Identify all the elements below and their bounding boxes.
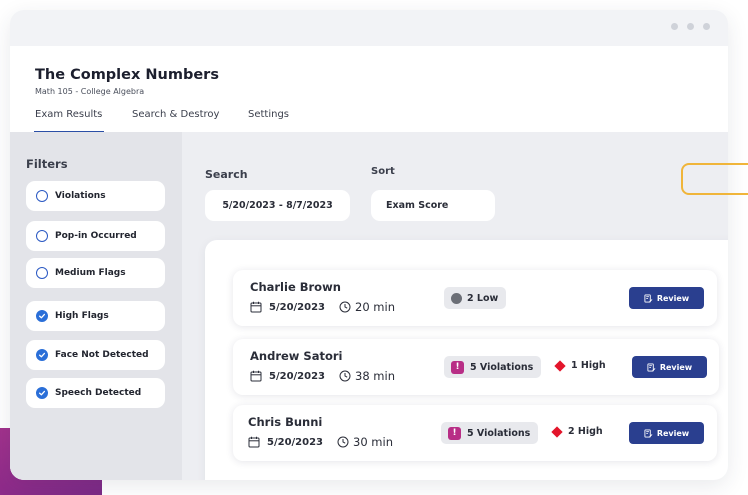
high-flags-label: 1 High bbox=[571, 360, 606, 371]
calendar-icon bbox=[248, 436, 260, 448]
exam-date: 5/20/2023 bbox=[267, 436, 324, 448]
red-diamond-icon bbox=[554, 359, 566, 372]
filters-sidebar: Filters Violations Pop-in Occurred Mediu… bbox=[10, 132, 182, 480]
filter-violations[interactable]: Violations bbox=[26, 181, 165, 211]
tab-bar: Exam Results Search & Destroy Settings bbox=[10, 109, 728, 133]
exclamation-icon: ! bbox=[451, 360, 464, 374]
tab-exam-results[interactable]: Exam Results bbox=[33, 109, 105, 133]
exam-duration: 20 min bbox=[355, 300, 395, 314]
radio-unchecked-icon[interactable] bbox=[36, 267, 48, 279]
review-icon bbox=[644, 293, 653, 303]
filter-label: High Flags bbox=[55, 311, 109, 321]
review-icon bbox=[644, 428, 653, 438]
badge-label: 5 Violations bbox=[467, 427, 531, 439]
student-name: Chris Bunni bbox=[248, 415, 323, 429]
sort-label: Sort bbox=[371, 166, 395, 177]
badge-label: 2 Low bbox=[467, 292, 499, 304]
window-dot-icon[interactable] bbox=[703, 23, 710, 30]
page-header: The Complex Numbers Math 105 - College A… bbox=[10, 46, 728, 133]
high-flags-indicator: 2 High bbox=[551, 425, 603, 438]
filter-label: Pop-in Occurred bbox=[55, 231, 137, 241]
high-flags-indicator: 1 High bbox=[554, 359, 606, 372]
check-circle-icon[interactable] bbox=[36, 387, 48, 399]
gray-dot-icon bbox=[451, 292, 462, 304]
window-dot-icon[interactable] bbox=[671, 23, 678, 30]
filter-high-flags[interactable]: High Flags bbox=[26, 301, 165, 331]
app-window: The Complex Numbers Math 105 - College A… bbox=[10, 10, 728, 480]
badge-label: 5 Violations bbox=[470, 361, 534, 373]
result-meta: 5/20/2023 20 min bbox=[250, 300, 395, 314]
filter-label: Speech Detected bbox=[55, 388, 142, 398]
window-dot-icon[interactable] bbox=[687, 23, 694, 30]
student-name: Andrew Satori bbox=[250, 349, 343, 363]
filter-label: Medium Flags bbox=[55, 268, 126, 278]
calendar-icon bbox=[250, 370, 262, 382]
review-button[interactable]: Review bbox=[632, 356, 707, 378]
review-label: Review bbox=[659, 362, 693, 372]
exam-duration: 38 min bbox=[355, 369, 395, 383]
exclamation-icon: ! bbox=[448, 426, 461, 440]
radio-unchecked-icon[interactable] bbox=[36, 190, 48, 202]
result-meta: 5/20/2023 38 min bbox=[250, 369, 395, 383]
filter-label: Face Not Detected bbox=[55, 350, 149, 360]
window-controls bbox=[671, 23, 710, 30]
calendar-icon bbox=[250, 301, 262, 313]
check-circle-icon[interactable] bbox=[36, 349, 48, 361]
date-range-field[interactable]: 5/20/2023 - 8/7/2023 bbox=[205, 190, 350, 221]
exam-duration: 30 min bbox=[353, 435, 393, 449]
low-flags-badge: 2 Low bbox=[444, 287, 507, 309]
violations-badge: ! 5 Violations bbox=[441, 422, 539, 444]
clock-icon bbox=[337, 436, 349, 448]
filter-face-not-detected[interactable]: Face Not Detected bbox=[26, 340, 165, 370]
tab-settings[interactable]: Settings bbox=[248, 109, 289, 120]
review-button[interactable]: Review bbox=[629, 422, 704, 444]
clock-icon bbox=[339, 370, 351, 382]
result-row[interactable]: Charlie Brown 5/20/2023 20 min 2 Low Rev… bbox=[233, 270, 717, 326]
search-label: Search bbox=[205, 168, 248, 181]
review-button[interactable]: Review bbox=[629, 287, 704, 309]
window-titlebar bbox=[10, 10, 728, 46]
radio-unchecked-icon[interactable] bbox=[36, 230, 48, 242]
tab-search-destroy[interactable]: Search & Destroy bbox=[132, 109, 219, 120]
result-meta: 5/20/2023 30 min bbox=[248, 435, 393, 449]
student-name: Charlie Brown bbox=[250, 280, 341, 294]
exam-date: 5/20/2023 bbox=[269, 301, 326, 313]
review-label: Review bbox=[656, 293, 690, 303]
filter-speech-detected[interactable]: Speech Detected bbox=[26, 378, 165, 408]
main-content: Filters Violations Pop-in Occurred Mediu… bbox=[10, 132, 728, 480]
check-circle-icon[interactable] bbox=[36, 310, 48, 322]
page-subtitle: Math 105 - College Algebra bbox=[35, 87, 145, 96]
filter-label: Violations bbox=[55, 191, 106, 201]
clock-icon bbox=[339, 301, 351, 313]
review-label: Review bbox=[656, 428, 690, 438]
results-panel: Charlie Brown 5/20/2023 20 min 2 Low Rev… bbox=[205, 240, 728, 480]
result-row[interactable]: Chris Bunni 5/20/2023 30 min ! 5 Violati… bbox=[233, 405, 717, 461]
filter-medium-flags[interactable]: Medium Flags bbox=[26, 258, 165, 288]
red-diamond-icon bbox=[551, 425, 563, 438]
decorative-orange-outline bbox=[681, 163, 748, 195]
page-title: The Complex Numbers bbox=[35, 67, 219, 83]
filter-pop-in-occurred[interactable]: Pop-in Occurred bbox=[26, 221, 165, 251]
result-row[interactable]: Andrew Satori 5/20/2023 38 min ! 5 Viola… bbox=[233, 339, 719, 395]
filters-title: Filters bbox=[26, 157, 68, 171]
high-flags-label: 2 High bbox=[568, 426, 603, 437]
review-icon bbox=[647, 362, 656, 372]
exam-date: 5/20/2023 bbox=[269, 370, 326, 382]
violations-badge: ! 5 Violations bbox=[444, 356, 542, 378]
sort-select[interactable]: Exam Score bbox=[371, 190, 495, 221]
